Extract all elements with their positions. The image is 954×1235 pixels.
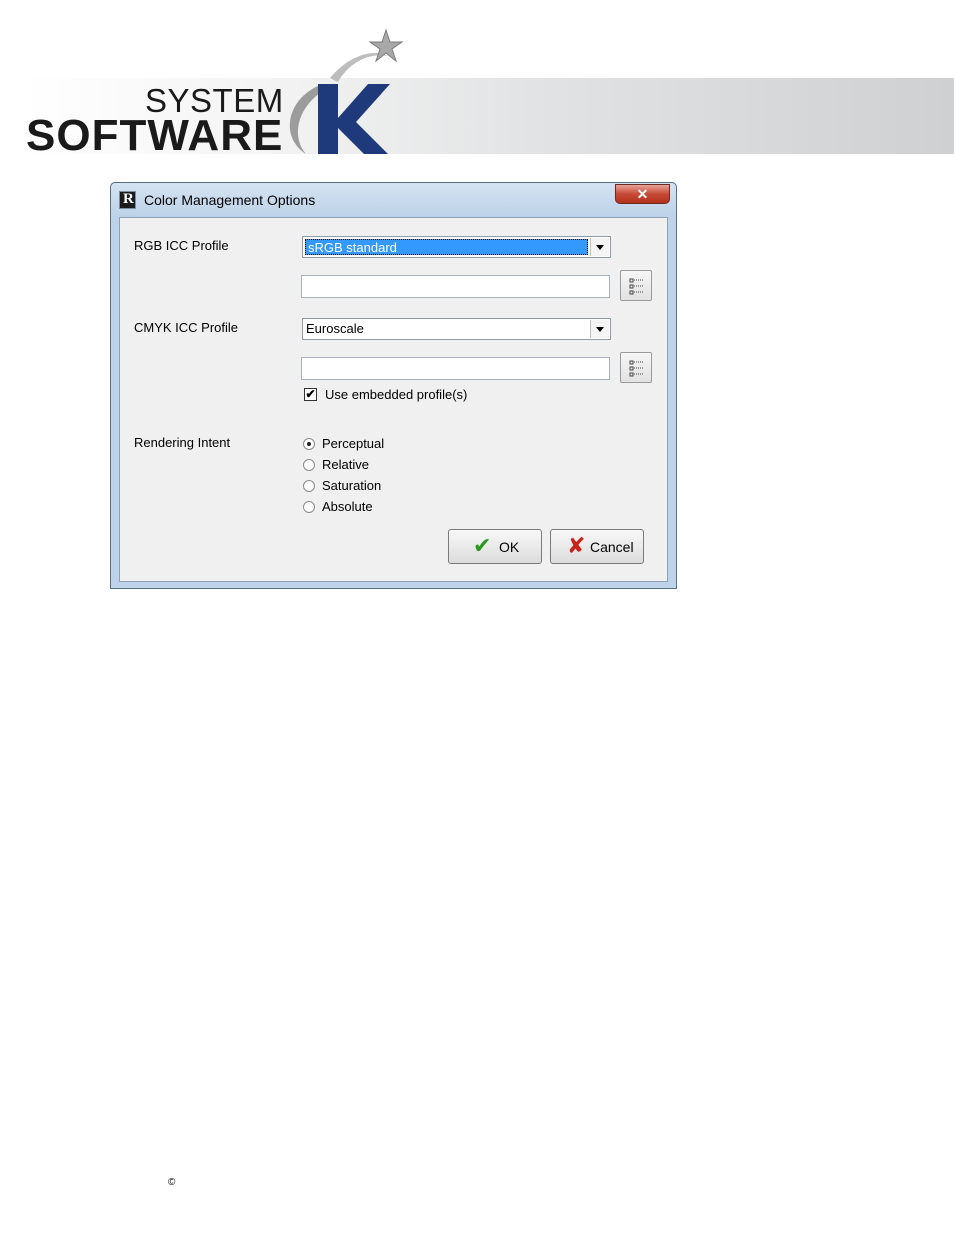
ok-button[interactable]: ✔ OK [448, 529, 542, 564]
cmyk-profile-value: Euroscale [306, 321, 364, 336]
use-embedded-checkbox[interactable]: ✔ [304, 388, 317, 401]
cmyk-browse-button[interactable] [620, 352, 652, 383]
radio-saturation[interactable] [303, 480, 315, 492]
use-embedded-label[interactable]: Use embedded profile(s) [325, 387, 467, 402]
cmyk-profile-path-input[interactable] [301, 357, 610, 380]
dialog-titlebar[interactable]: R Color Management Options ✕ [111, 183, 676, 217]
x-icon: ✘ [567, 533, 586, 558]
app-icon: R [119, 191, 136, 209]
chevron-down-icon[interactable] [590, 238, 609, 256]
cmyk-profile-select[interactable]: Euroscale [302, 318, 611, 340]
radio-relative-label[interactable]: Relative [322, 457, 369, 472]
cancel-button-label: Cancel [590, 539, 634, 555]
rgb-icc-label: RGB ICC Profile [134, 238, 229, 253]
folder-tree-icon [629, 360, 643, 377]
folder-tree-icon [629, 278, 643, 295]
rendering-intent-label: Rendering Intent [134, 435, 231, 450]
cancel-button[interactable]: ✘ Cancel [550, 529, 644, 564]
footer-copyright: © [168, 1177, 176, 1188]
dialog-title: Color Management Options [144, 192, 316, 208]
color-management-dialog: R Color Management Options ✕ RGB ICC Pro… [110, 182, 677, 589]
rgb-profile-value: sRGB standard [305, 239, 588, 255]
radio-absolute-label[interactable]: Absolute [322, 499, 373, 514]
checkmark-icon: ✔ [473, 533, 492, 558]
dialog-body: RGB ICC Profile sRGB standard CMYK ICC P… [119, 217, 668, 582]
radio-relative[interactable] [303, 459, 315, 471]
close-icon: ✕ [636, 186, 649, 202]
ok-button-label: OK [499, 539, 520, 555]
brand-k-logo [289, 28, 404, 154]
brand-software-text: SOFTWARE [26, 111, 284, 160]
rgb-browse-button[interactable] [620, 270, 652, 301]
radio-absolute[interactable] [303, 501, 315, 513]
rgb-profile-select[interactable]: sRGB standard [302, 236, 611, 258]
cmyk-icc-label: CMYK ICC Profile [134, 320, 239, 335]
radio-saturation-label[interactable]: Saturation [322, 478, 381, 493]
chevron-down-icon[interactable] [590, 320, 609, 338]
rgb-profile-path-input[interactable] [301, 275, 610, 298]
radio-perceptual[interactable] [303, 438, 315, 450]
radio-perceptual-label[interactable]: Perceptual [322, 436, 384, 451]
close-button[interactable]: ✕ [615, 184, 670, 204]
